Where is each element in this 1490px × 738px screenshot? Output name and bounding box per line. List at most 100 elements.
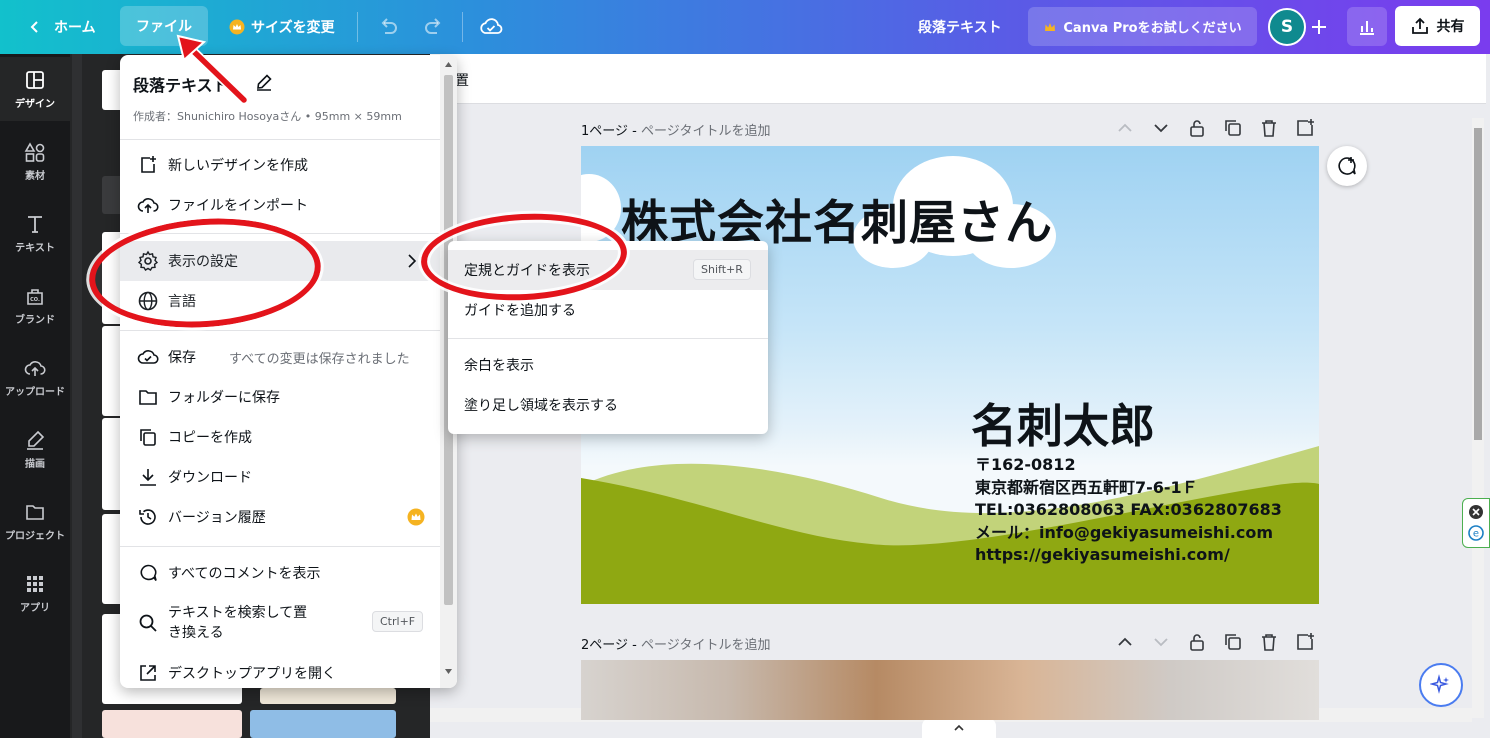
menu-item-make-copy[interactable]: コピーを作成 xyxy=(120,417,440,457)
crown-icon xyxy=(1045,22,1056,31)
trash-icon[interactable] xyxy=(1258,631,1280,653)
svg-text:e: e xyxy=(1473,529,1479,540)
home-label: ホーム xyxy=(54,20,96,36)
page-2-header[interactable]: 2ページ - ページタイトルを追加 xyxy=(581,634,770,654)
submenu-item-label: ガイドを追加する xyxy=(464,303,576,319)
nav-brand[interactable]: CO. ブランド xyxy=(0,273,70,337)
cloud-check-icon xyxy=(480,18,503,34)
add-page-icon[interactable] xyxy=(1294,631,1316,653)
chevron-down-icon[interactable] xyxy=(1150,631,1172,653)
page-1-header[interactable]: 1ページ - ページタイトルを追加 xyxy=(581,120,770,140)
page-number: 2ページ - xyxy=(581,638,641,653)
plus-icon xyxy=(1312,20,1326,34)
document-title[interactable]: 段落テキスト xyxy=(918,0,1002,54)
nav-design[interactable]: デザイン xyxy=(0,57,70,121)
page-2-photo[interactable] xyxy=(581,660,1319,720)
email: メール：info@gekiyasumeishi.com xyxy=(975,522,1274,542)
nav-label: 描画 xyxy=(25,458,45,470)
upload-cloud-icon xyxy=(24,360,46,376)
save-status-button[interactable] xyxy=(479,0,503,54)
menu-item-find-replace[interactable]: テキストを検索して置 き換える Ctrl+F xyxy=(120,595,440,651)
submenu-item-show-margins[interactable]: 余白を表示 xyxy=(448,345,768,385)
lock-icon[interactable] xyxy=(1186,117,1208,139)
page-title-placeholder[interactable]: ページタイトルを追加 xyxy=(641,124,770,139)
share-label: 共有 xyxy=(1436,19,1465,35)
chevron-up-icon[interactable] xyxy=(1114,631,1136,653)
try-pro-button[interactable]: Canva Proをお試しください xyxy=(1028,7,1257,46)
scroll-up-arrow-icon[interactable] xyxy=(444,60,453,69)
nav-elements[interactable]: 素材 xyxy=(0,129,70,193)
divider xyxy=(448,338,768,339)
extension-widget[interactable]: e xyxy=(1462,498,1490,548)
chevron-up-icon[interactable] xyxy=(1114,117,1136,139)
divider xyxy=(120,139,440,140)
apps-grid-icon xyxy=(27,575,43,592)
menu-item-new-design[interactable]: 新しいデザインを作成 xyxy=(120,145,440,185)
menu-item-open-desktop-app[interactable]: デスクトップアプリを開く xyxy=(120,653,440,688)
page-title-placeholder[interactable]: ページタイトルを追加 xyxy=(641,638,770,653)
menu-item-download[interactable]: ダウンロード xyxy=(120,457,440,497)
menu-item-import-file[interactable]: ファイルをインポート xyxy=(120,185,440,225)
nav-apps[interactable]: アプリ xyxy=(0,561,70,625)
svg-text:CO.: CO. xyxy=(30,297,40,303)
nav-label: プロジェクト xyxy=(5,530,65,542)
duplicate-icon[interactable] xyxy=(1222,117,1244,139)
menu-design-meta: 作成者：Shunichiro Hosoyaさん • 95mm × 59mm xyxy=(133,110,402,123)
left-nav-rail: デザイン 素材 テキスト CO. ブランド アップロード 描画 プロジェクト ア… xyxy=(0,54,70,738)
nav-label: アプリ xyxy=(20,602,50,614)
lock-icon[interactable] xyxy=(1186,631,1208,653)
submenu-item-show-bleed[interactable]: 塗り足し領域を表示する xyxy=(448,385,768,425)
scroll-down-arrow-icon[interactable] xyxy=(444,667,453,676)
chevron-up-icon xyxy=(954,724,964,731)
menu-item-label: すべてのコメントを表示 xyxy=(168,566,321,582)
draw-icon xyxy=(27,430,45,450)
page-number: 1ページ - xyxy=(581,124,641,139)
panel-scrollbar[interactable] xyxy=(72,54,82,738)
template-thumbnail[interactable] xyxy=(260,688,396,704)
resize-label: サイズを変更 xyxy=(251,20,335,36)
duplicate-icon[interactable] xyxy=(1222,631,1244,653)
template-thumbnail[interactable] xyxy=(102,710,242,738)
nav-text[interactable]: テキスト xyxy=(0,201,70,265)
canvas-scrollbar[interactable] xyxy=(1472,118,1484,718)
redo-button[interactable] xyxy=(423,0,445,54)
magic-assistant-button[interactable] xyxy=(1419,663,1463,707)
trash-icon[interactable] xyxy=(1258,117,1280,139)
contact-block[interactable]: 〒162-0812 東京都新宿区西五軒町7-6-1Ｆ TEL:036280806… xyxy=(975,454,1282,567)
shapes-icon xyxy=(24,141,45,162)
person-name[interactable]: 名刺太郎 xyxy=(971,390,1155,456)
upload-icon xyxy=(1411,17,1428,34)
avatar[interactable]: S xyxy=(1268,8,1306,46)
menu-item-save[interactable]: 保存 すべての変更は保存されました xyxy=(120,337,440,377)
nav-uploads[interactable]: アップロード xyxy=(0,345,70,409)
save-status-text: すべての変更は保存されました xyxy=(229,351,410,367)
divider xyxy=(357,12,358,42)
menu-item-version-history[interactable]: バージョン履歴 xyxy=(120,497,440,537)
page-panel-toggle[interactable] xyxy=(922,718,996,738)
add-page-icon[interactable] xyxy=(1294,117,1316,139)
shortcut-badge: Ctrl+F xyxy=(372,611,424,632)
chevron-down-icon[interactable] xyxy=(1150,117,1172,139)
divider xyxy=(120,330,440,331)
add-comment-button[interactable] xyxy=(1327,146,1367,186)
menu-item-save-to-folder[interactable]: フォルダーに保存 xyxy=(120,377,440,417)
comment-add-icon xyxy=(1338,157,1356,175)
menu-item-label-line: き換える xyxy=(168,625,224,641)
undo-button[interactable] xyxy=(377,0,399,54)
submenu-item-label: 塗り足し領域を表示する xyxy=(464,398,618,414)
insights-button[interactable] xyxy=(1347,7,1387,46)
home-button[interactable]: ホーム xyxy=(28,0,96,54)
nav-projects[interactable]: プロジェクト xyxy=(0,489,70,553)
position-button[interactable]: 置 xyxy=(455,70,469,90)
menu-item-label: デスクトップアプリを開く xyxy=(168,666,336,682)
close-circle-icon xyxy=(1469,505,1483,519)
copy-icon xyxy=(136,425,160,449)
menu-item-label: 新しいデザインを作成 xyxy=(168,158,308,174)
nav-draw[interactable]: 描画 xyxy=(0,417,70,481)
menu-item-show-comments[interactable]: すべてのコメントを表示 xyxy=(120,553,440,593)
share-button[interactable]: 共有 xyxy=(1395,6,1480,46)
scrollbar-thumb[interactable] xyxy=(1474,128,1482,440)
invite-button[interactable] xyxy=(1310,0,1328,54)
crown-icon xyxy=(407,508,425,526)
template-thumbnail[interactable] xyxy=(250,710,396,738)
